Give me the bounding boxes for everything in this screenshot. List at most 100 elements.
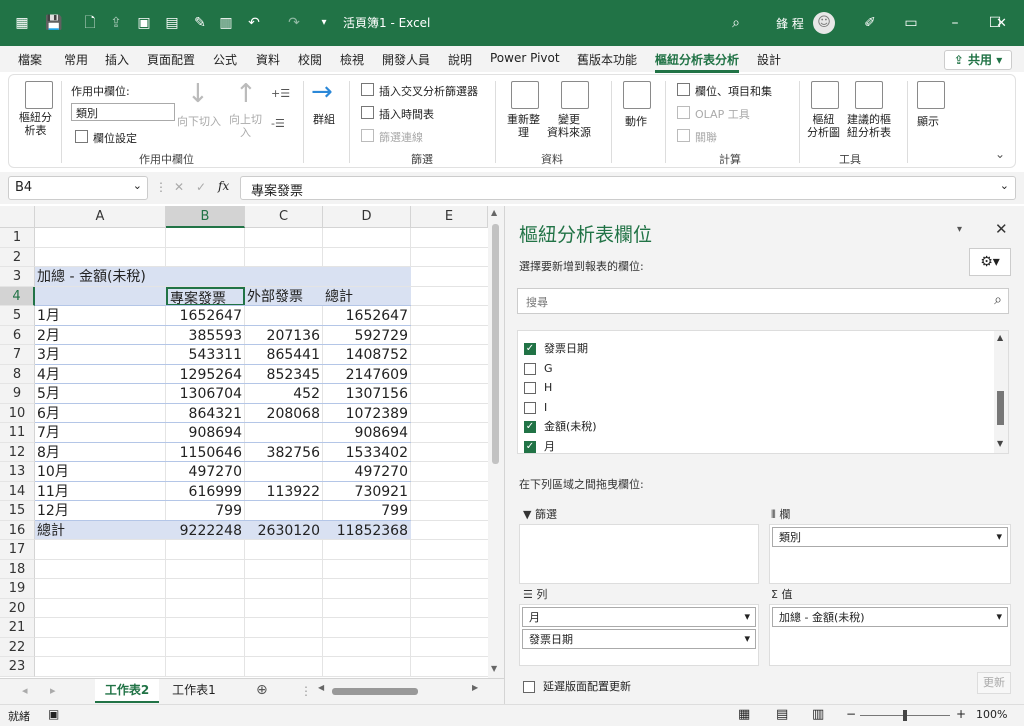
pivot-column-header[interactable]: 外部發票: [247, 287, 323, 307]
column-header[interactable]: C: [245, 206, 323, 228]
table-cell[interactable]: [247, 423, 323, 443]
table-cell[interactable]: [247, 306, 323, 326]
column-header[interactable]: E: [411, 206, 488, 228]
refresh-button[interactable]: 重新整 理: [507, 113, 540, 139]
pivot-total-cell[interactable]: 9222248: [168, 521, 245, 541]
tab-help[interactable]: 說明: [448, 51, 472, 68]
table-cell[interactable]: 852345: [247, 365, 323, 385]
filters-area[interactable]: [519, 524, 759, 584]
collapse-field-icon[interactable]: -☰: [271, 117, 285, 130]
row-header[interactable]: 21: [0, 618, 35, 638]
checkbox[interactable]: ✓: [524, 440, 536, 453]
table-cell[interactable]: 113922: [247, 482, 323, 502]
table-cell[interactable]: 799: [168, 501, 245, 521]
drill-down-button[interactable]: 向下切入: [177, 113, 221, 129]
add-sheet-icon[interactable]: ⊕: [256, 682, 268, 698]
tab-review[interactable]: 校閱: [298, 51, 322, 68]
ribbon-display-icon[interactable]: ▭: [898, 10, 924, 36]
search-icon[interactable]: ⌕: [726, 13, 746, 33]
pivot-row-label[interactable]: 10月: [37, 462, 166, 482]
vertical-scrollbar[interactable]: ▲ ▼: [488, 206, 504, 678]
change-source-button[interactable]: 變更 資料來源: [547, 113, 591, 139]
tab-view[interactable]: 檢視: [340, 51, 364, 68]
table-cell[interactable]: 208068: [247, 404, 323, 424]
pivot-row-label[interactable]: 3月: [37, 345, 166, 365]
zoom-level[interactable]: 100%: [976, 708, 1007, 721]
show-button[interactable]: 顯示: [917, 113, 939, 129]
scroll-down-icon[interactable]: ▼: [997, 439, 1003, 448]
tab-power-pivot[interactable]: Power Pivot: [490, 51, 560, 65]
scroll-up-icon[interactable]: ▲: [491, 208, 497, 217]
field-list-item[interactable]: H: [524, 380, 552, 398]
field-list-item[interactable]: I: [524, 400, 547, 418]
table-cell[interactable]: 865441: [247, 345, 323, 365]
sheet-tab-active[interactable]: 工作表2: [95, 679, 159, 703]
select-all[interactable]: [0, 206, 35, 228]
table-cell[interactable]: 497270: [325, 462, 411, 482]
row-header[interactable]: 15: [0, 501, 35, 521]
sheet-tab[interactable]: 工作表1: [164, 679, 224, 703]
table-cell[interactable]: 1295264: [168, 365, 245, 385]
table-cell[interactable]: 1072389: [325, 404, 411, 424]
gear-icon[interactable]: ⚙▾: [969, 248, 1011, 276]
horizontal-scrollbar[interactable]: ◀ ▶: [318, 683, 484, 696]
table-cell[interactable]: 592729: [325, 326, 411, 346]
table-cell[interactable]: 799: [325, 501, 411, 521]
checkbox[interactable]: [524, 382, 536, 394]
expand-field-icon[interactable]: +☰: [271, 87, 290, 100]
scroll-up-icon[interactable]: ▲: [997, 333, 1003, 342]
field-list-item[interactable]: G: [524, 361, 553, 379]
table-cell[interactable]: 730921: [325, 482, 411, 502]
table-cell[interactable]: [247, 462, 323, 482]
column-header[interactable]: A: [35, 206, 166, 228]
tab-design[interactable]: 設計: [757, 51, 781, 68]
table-cell[interactable]: 1408752: [325, 345, 411, 365]
tab-home[interactable]: 常用: [64, 51, 88, 68]
checkbox[interactable]: [524, 401, 536, 414]
actions-button[interactable]: 動作: [625, 113, 647, 129]
table-cell[interactable]: 616999: [168, 482, 245, 502]
worksheet-grid[interactable]: A B C D E 1 2 3 4 5 6 7 8 9 10 11 12 13 14 15 16 17 18 19 20 21 22…: [0, 206, 488, 678]
table-cell[interactable]: 1306704: [168, 384, 245, 404]
accessibility-icon[interactable]: ▣: [48, 707, 59, 721]
next-sheet-icon[interactable]: ▸: [50, 684, 56, 697]
zoom-out-icon[interactable]: −: [846, 707, 856, 721]
row-header[interactable]: 7: [0, 345, 35, 365]
pivot-total-cell[interactable]: 2630120: [247, 521, 323, 541]
row-header[interactable]: 14: [0, 481, 35, 501]
pivot-title[interactable]: 加總 - 金額(未稅): [37, 267, 237, 287]
row-header[interactable]: 11: [0, 423, 35, 443]
relationships-button[interactable]: 關聯: [695, 129, 717, 145]
pen-icon[interactable]: ✐: [860, 13, 880, 33]
row-header[interactable]: 16: [0, 520, 35, 540]
table-cell[interactable]: 385593: [168, 326, 245, 346]
pane-options-icon[interactable]: ▾: [957, 224, 962, 235]
scroll-thumb[interactable]: [997, 391, 1004, 425]
checkbox[interactable]: ✓: [524, 343, 536, 355]
collapse-ribbon-icon[interactable]: ⌄: [995, 147, 1005, 161]
row-header[interactable]: 20: [0, 598, 35, 618]
share-doc-icon[interactable]: ⇪: [106, 13, 126, 33]
save-icon[interactable]: 💾: [44, 13, 64, 33]
row-header[interactable]: 2: [0, 247, 35, 267]
page-break-view-icon[interactable]: ▥: [812, 707, 824, 722]
zoom-slider[interactable]: [860, 710, 950, 721]
convert-icon[interactable]: ▣: [134, 13, 154, 33]
pivot-column-header[interactable]: 專案發票: [166, 286, 245, 307]
checkbox[interactable]: ✓: [524, 421, 536, 433]
row-header[interactable]: 22: [0, 637, 35, 657]
close-pane-icon[interactable]: ✕: [995, 220, 1008, 238]
pivot-total-cell[interactable]: 11852368: [325, 521, 411, 541]
table-cell[interactable]: 1652647: [325, 306, 411, 326]
pivot-row-label[interactable]: 12月: [37, 501, 166, 521]
scroll-down-icon[interactable]: ▼: [491, 664, 497, 673]
table-cell[interactable]: 908694: [325, 423, 411, 443]
pivot-chart-button[interactable]: 樞紐 分析圖: [807, 113, 840, 139]
row-header[interactable]: 13: [0, 462, 35, 482]
insert-slicer-button[interactable]: 插入交叉分析篩選器: [379, 83, 478, 99]
field-list-item[interactable]: ✓ 發票日期: [524, 341, 588, 359]
values-field-dropdown[interactable]: 加總 - 金額(未稅): [772, 607, 1008, 627]
redo-icon[interactable]: ↷: [284, 13, 304, 33]
active-field-input[interactable]: 類別: [71, 103, 175, 121]
tab-insert[interactable]: 插入: [105, 51, 129, 68]
